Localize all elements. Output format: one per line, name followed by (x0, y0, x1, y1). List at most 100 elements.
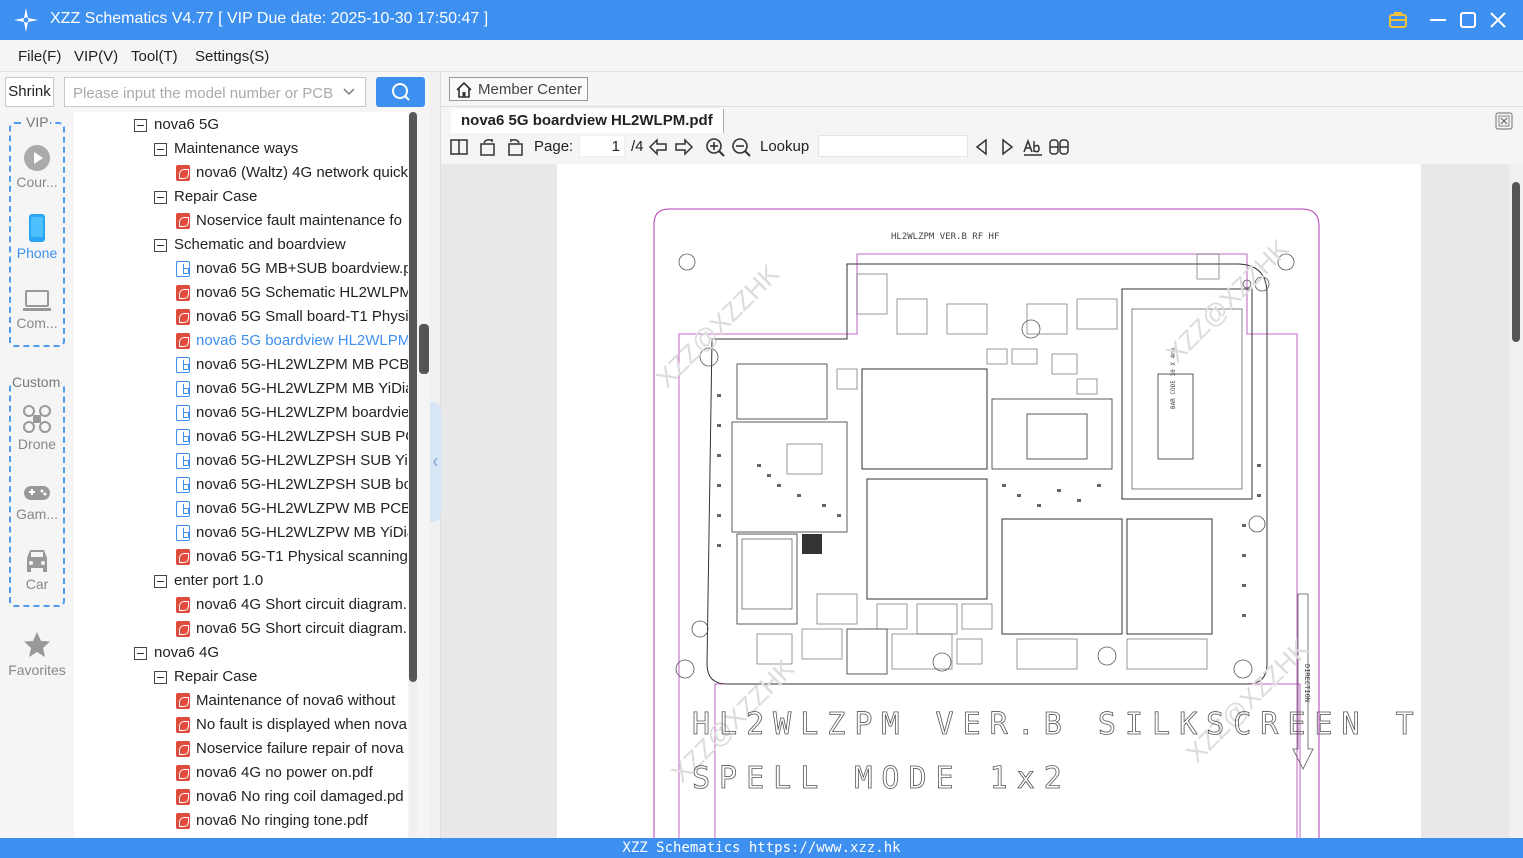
rotate-left-icon[interactable] (478, 137, 498, 157)
zoom-out-icon[interactable] (731, 137, 751, 157)
tree-folder[interactable]: nova6 4G (134, 641, 219, 665)
tree-scrollbar-thumb[interactable] (409, 112, 417, 682)
collapse-toggle-icon[interactable] (154, 575, 167, 588)
sidebar-toggle-icon[interactable] (449, 137, 469, 157)
tree-scroll-handle[interactable] (419, 324, 429, 374)
member-center-button[interactable]: Member Center (449, 77, 588, 101)
collapse-toggle-icon[interactable] (154, 671, 167, 684)
pdf-scrollbar-thumb[interactable] (1512, 182, 1520, 342)
tree-item-label: nova6 5G-HL2WLZPW MB YiDia (196, 524, 408, 541)
tree-file[interactable]: nova6 5G MB+SUB boardview.p (176, 257, 408, 281)
tree-file[interactable]: Maintenance of nova6 without (176, 689, 395, 713)
tree-file[interactable]: nova6 No ring coil damaged.pd (176, 785, 404, 809)
find-prev-icon[interactable] (972, 137, 992, 157)
chevron-down-icon[interactable] (341, 84, 357, 100)
boardview-file-icon (176, 429, 190, 445)
tree-folder[interactable]: Repair Case (154, 185, 257, 209)
zoom-in-icon[interactable] (705, 137, 725, 157)
tree-file[interactable]: nova6 5G-HL2WLZPM MB YiDia (176, 377, 408, 401)
tree-file[interactable]: nova6 5G Short circuit diagram. (176, 617, 407, 641)
tree-file[interactable]: Noservice failure repair of nova (176, 737, 404, 761)
menu-vip[interactable]: VIP(V) (74, 48, 118, 65)
tree-file[interactable]: nova6 5G-T1 Physical scanning (176, 545, 408, 569)
tree-file[interactable]: nova6 5G boardview HL2WLPM (176, 329, 408, 353)
lookup-input[interactable] (818, 135, 968, 157)
category-courses[interactable]: Cour... (0, 144, 74, 190)
tree-file[interactable]: nova6 (Waltz) 4G network quick (176, 161, 408, 185)
tree-file[interactable]: nova6 5G-HL2WLZPSH SUB boa (176, 473, 408, 497)
tree-item-label: nova6 5G MB+SUB boardview.p (196, 260, 408, 277)
panel-splitter[interactable] (430, 72, 441, 838)
vip-group-label: VIP (25, 114, 50, 130)
category-car[interactable]: Car (0, 546, 74, 592)
watermark-text: XZZ@XZZHK (1160, 233, 1295, 368)
page-number-input[interactable]: 1 (579, 135, 625, 157)
tree-item-label: nova6 5G-HL2WLZPM boardvie (196, 404, 408, 421)
pdf-scrollbar[interactable] (1509, 164, 1523, 838)
tree-file[interactable]: nova6 No ringing tone.pdf (176, 809, 368, 833)
pdf-viewport[interactable]: DIRECTION BAR CODE 10 X 4mm HL2WLZPM VER… (441, 164, 1509, 838)
category-games[interactable]: Gam... (0, 482, 74, 522)
tree-file[interactable]: nova6 5G-HL2WLZPW MB PCB (176, 497, 408, 521)
tree-file[interactable]: nova6 5G-HL2WLZPW MB YiDia (176, 521, 408, 545)
category-phone[interactable]: Phone (0, 213, 74, 261)
search-icon (392, 83, 410, 101)
minimize-icon[interactable] (1426, 8, 1450, 32)
search-button[interactable] (376, 77, 425, 107)
tree-file[interactable]: Noservice fault maintenance fo (176, 209, 402, 233)
menu-settings[interactable]: Settings(S) (195, 48, 269, 65)
search-input[interactable] (73, 83, 335, 103)
star-icon (24, 632, 50, 657)
tree-file[interactable]: No fault is displayed when nova (176, 713, 407, 737)
collapse-toggle-icon[interactable] (154, 191, 167, 204)
tree-folder[interactable]: Repair Case (154, 665, 257, 689)
collapse-toggle-icon[interactable] (154, 143, 167, 156)
tree-file[interactable]: nova6 5G-HL2WLZPM MB PCB (176, 353, 408, 377)
match-case-icon[interactable] (1023, 137, 1043, 157)
tree-file[interactable]: nova6 5G-HL2WLZPSH SUB PCE (176, 425, 408, 449)
left-panel: Shrink VIP Cour... Phone (0, 72, 430, 838)
menu-tool[interactable]: Tool(T) (131, 48, 178, 65)
whole-word-icon[interactable] (1049, 137, 1069, 157)
tree-file[interactable]: nova6 5G Schematic HL2WLPM (176, 281, 408, 305)
category-computer[interactable]: Com... (0, 289, 74, 331)
tree-folder[interactable]: nova6 5G (134, 113, 219, 137)
next-page-icon[interactable] (674, 137, 694, 157)
watermark-text: XZZ@XZZHK (1180, 633, 1315, 768)
category-drone[interactable]: Drone (0, 404, 74, 452)
close-icon[interactable] (1486, 8, 1510, 32)
boardview-file-icon (176, 453, 190, 469)
collapse-toggle-icon[interactable] (134, 647, 147, 660)
document-tab[interactable]: nova6 5G boardview HL2WLPM.pdf (451, 109, 724, 133)
prev-page-icon[interactable] (648, 137, 668, 157)
tree-scrollbar[interactable] (409, 112, 417, 838)
tree-folder[interactable]: Maintenance ways (154, 137, 298, 161)
close-tab-icon[interactable] (1495, 112, 1513, 130)
tree-file[interactable]: nova6 4G no power on.pdf (176, 761, 373, 785)
title-bar: XZZ Schematics V4.77 [ VIP Due date: 202… (0, 0, 1523, 40)
menu-file[interactable]: File(F) (18, 48, 61, 65)
pdf-file-icon (176, 165, 190, 181)
collapse-handle[interactable] (430, 402, 441, 522)
maximize-icon[interactable] (1456, 8, 1480, 32)
vip-bag-icon[interactable] (1386, 8, 1410, 32)
tree-file[interactable]: nova6 5G Small board-T1 Physi (176, 305, 408, 329)
tree-folder[interactable]: Schematic and boardview (154, 233, 346, 257)
status-bar: XZZ Schematics https://www.xzz.hk (0, 838, 1523, 858)
shrink-button[interactable]: Shrink (5, 77, 54, 107)
tree-item-label: nova6 5G (154, 116, 220, 133)
category-label: Favorites (8, 662, 66, 678)
category-favorites[interactable]: Favorites (0, 630, 74, 678)
tree-item-label: Noservice fault maintenance fo (196, 212, 402, 229)
find-next-icon[interactable] (997, 137, 1017, 157)
tree-file[interactable]: nova6 5G-HL2WLZPM boardvie (176, 401, 408, 425)
tree-file[interactable]: nova6 5G-HL2WLZPSH SUB YiD (176, 449, 408, 473)
rotate-right-icon[interactable] (505, 137, 525, 157)
tree-file[interactable]: nova6 4G Short circuit diagram. (176, 593, 407, 617)
tree-item-label: nova6 5G-HL2WLZPW MB PCB (196, 500, 408, 517)
tree-item-label: nova6 5G-HL2WLZPSH SUB PCE (196, 428, 408, 445)
collapse-toggle-icon[interactable] (134, 119, 147, 132)
collapse-toggle-icon[interactable] (154, 239, 167, 252)
tree-folder[interactable]: enter port 1.0 (154, 569, 263, 593)
silkscreen-title: HL2WLZPM VER.B SILKSCREEN TOP (692, 707, 1421, 742)
